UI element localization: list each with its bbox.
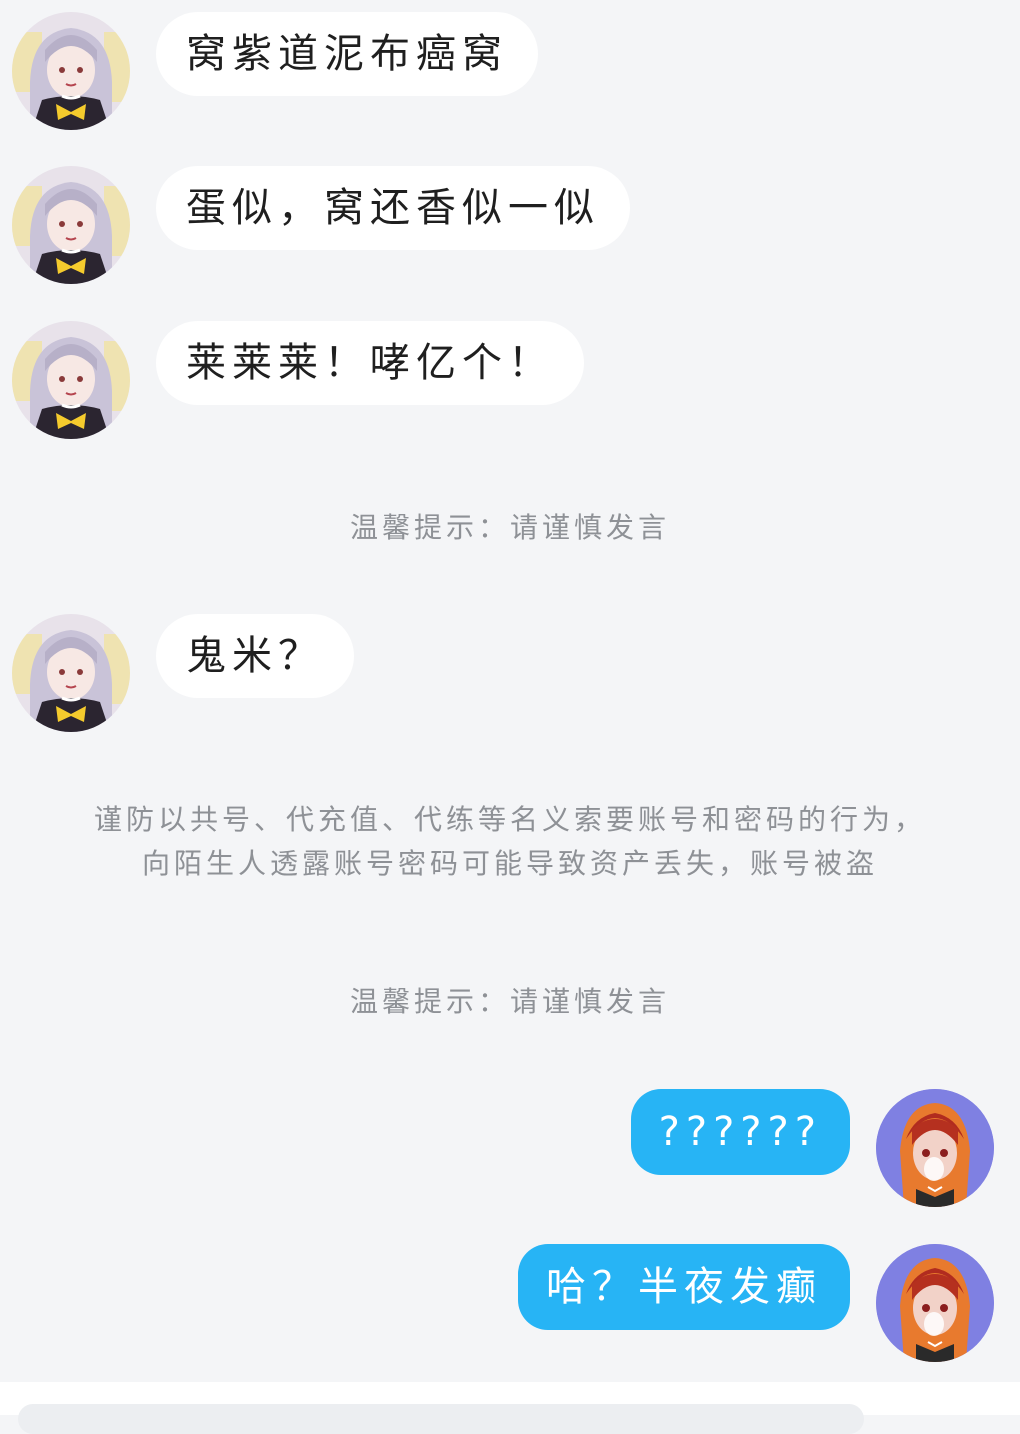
message-input[interactable] <box>18 1404 864 1434</box>
message-row: 鬼米？ <box>0 614 1020 732</box>
message-row: 莱莱莱！哮亿个！ <box>0 321 1020 439</box>
message-row: 蛋似，窝还香似一似 <box>0 166 1020 284</box>
message-bubble[interactable]: 蛋似，窝还香似一似 <box>156 166 630 250</box>
warning-line: 谨防以共号、代充值、代练等名义索要账号和密码的行为， <box>93 803 926 836</box>
message-row: 窝紫道泥布癌窝 <box>0 12 1020 130</box>
avatar[interactable] <box>876 1089 994 1207</box>
avatar[interactable] <box>12 166 130 284</box>
message-row: 哈？半夜发癫 <box>0 1244 1020 1362</box>
message-bubble[interactable]: 鬼米？ <box>156 614 354 698</box>
warning-line: 向陌生人透露账号密码可能导致资产丢失，账号被盗 <box>141 847 878 880</box>
system-tip: 温馨提示：请谨慎发言 <box>349 511 670 544</box>
message-bubble[interactable]: 哈？半夜发癫 <box>518 1244 850 1330</box>
avatar[interactable] <box>12 321 130 439</box>
avatar[interactable] <box>876 1244 994 1362</box>
security-warning: 谨防以共号、代充值、代练等名义索要账号和密码的行为， 向陌生人透露账号密码可能导… <box>0 798 1020 886</box>
avatar[interactable] <box>12 12 130 130</box>
avatar[interactable] <box>12 614 130 732</box>
message-bubble[interactable]: 莱莱莱！哮亿个！ <box>156 321 584 405</box>
system-tip: 温馨提示：请谨慎发言 <box>349 985 670 1018</box>
message-bubble[interactable]: 窝紫道泥布癌窝 <box>156 12 538 96</box>
message-row: ?????? <box>0 1089 1020 1207</box>
input-bar <box>0 1382 1020 1434</box>
message-bubble[interactable]: ?????? <box>630 1089 850 1175</box>
